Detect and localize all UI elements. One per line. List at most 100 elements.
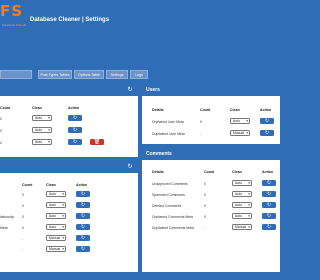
clean-select[interactable]: Manual ▾ <box>46 235 66 241</box>
col-count: Count <box>22 183 33 187</box>
row-details: Meta <box>0 226 8 230</box>
clean-value: Manual <box>233 131 245 135</box>
clean-select[interactable]: Manual ▾ <box>46 246 66 252</box>
refresh-button[interactable]: ↻ <box>260 130 274 136</box>
row-details: Duplicated Comments Meta <box>152 226 194 230</box>
col-clean: Clean <box>232 170 242 174</box>
clean-value: Auto <box>235 214 242 218</box>
row-count: - <box>200 132 202 136</box>
col-details: Details <box>152 108 164 112</box>
row-details: Deleted Comments <box>152 204 182 208</box>
col-details: Details <box>152 170 164 174</box>
refresh-button[interactable]: ↻ <box>262 191 276 197</box>
clean-select[interactable]: Auto ▾ <box>46 191 66 197</box>
tab-options-table[interactable]: Options Table <box>74 70 104 79</box>
clean-value: Auto <box>35 128 42 132</box>
col-count: Count <box>204 170 215 174</box>
row-count: 0 <box>0 129 2 133</box>
caret-down-icon: ▾ <box>248 181 250 185</box>
logo-text: FS <box>0 2 24 20</box>
clean-select[interactable]: Auto ▾ <box>46 224 66 230</box>
col-action: Action <box>260 108 272 112</box>
refresh-button[interactable]: ↻ <box>76 213 90 219</box>
caret-down-icon: ▾ <box>62 225 64 229</box>
caret-down-icon: ▾ <box>248 225 250 229</box>
panel-header: ↻ <box>0 85 138 96</box>
caret-down-icon: ▾ <box>48 116 50 120</box>
clean-select[interactable]: Auto ▾ <box>232 180 252 186</box>
col-action: Action <box>262 170 274 174</box>
row-count: - <box>22 248 24 252</box>
panel-header: ↻ <box>0 162 138 173</box>
clean-value: Auto <box>35 116 42 120</box>
row-count: 0 <box>200 120 202 124</box>
tab-first[interactable] <box>0 70 32 79</box>
refresh-button[interactable]: ↻ <box>260 118 274 124</box>
caret-down-icon: ▾ <box>248 214 250 218</box>
row-count: 2 <box>0 141 2 145</box>
tab-post-types-tables[interactable]: Post Types Tables <box>38 70 72 79</box>
refresh-button[interactable]: ↻ <box>76 224 90 230</box>
clean-value: Auto <box>49 203 56 207</box>
refresh-icon[interactable]: ↻ <box>127 87 133 93</box>
clean-select[interactable]: Auto ▾ <box>32 139 52 145</box>
row-count: 0 <box>22 204 24 208</box>
clean-select[interactable]: Auto ▾ <box>232 191 252 197</box>
caret-down-icon: ▾ <box>62 214 64 218</box>
refresh-button[interactable]: ↻ <box>262 224 276 230</box>
clean-select[interactable]: Auto ▾ <box>46 202 66 208</box>
row-count: 0 <box>204 204 206 208</box>
clean-select[interactable]: Auto ▾ <box>230 118 250 124</box>
col-count: Count <box>200 108 211 112</box>
clean-select[interactable]: Auto ▾ <box>232 213 252 219</box>
row-details: Unapproved Comments <box>152 182 188 186</box>
caret-down-icon: ▾ <box>62 236 64 240</box>
clean-select[interactable]: Auto ▾ <box>32 115 52 121</box>
refresh-button[interactable]: ↻ <box>262 213 276 219</box>
refresh-button[interactable]: ↻ <box>76 202 90 208</box>
clean-value: Auto <box>35 140 42 144</box>
clean-select[interactable]: Auto ▾ <box>32 127 52 133</box>
refresh-button[interactable]: ↻ <box>68 115 82 121</box>
col-clean: Clean <box>230 108 240 112</box>
left-top-panel: ↻ Count Clean Action 0 Auto ▾ ↻ 0 Auto ▾ ↻… <box>0 85 138 157</box>
clean-value: Auto <box>233 119 240 123</box>
caret-down-icon: ▾ <box>48 140 50 144</box>
clean-value: Manual <box>49 247 61 251</box>
row-count: 0 <box>204 193 206 197</box>
col-action: Action <box>76 183 88 187</box>
left-bottom-panel: ↻ Count Clean Action 0 Auto ▾ ↻ 0 Auto ▾ ↻… <box>0 162 138 272</box>
clean-select[interactable]: Manual ▾ <box>230 130 250 136</box>
refresh-button[interactable]: ↻ <box>262 202 276 208</box>
refresh-button[interactable]: ↻ <box>262 180 276 186</box>
clean-value: Auto <box>235 192 242 196</box>
refresh-icon[interactable]: ↻ <box>127 164 133 170</box>
refresh-button[interactable]: ↻ <box>68 139 82 145</box>
comments-panel: Comments Details Count Clean Action Unap… <box>142 149 280 272</box>
refresh-button[interactable]: ↻ <box>76 191 90 197</box>
trash-icon: 🗑 <box>93 139 101 145</box>
logo-subtext: Facebook Friends <box>2 23 27 27</box>
caret-down-icon: ▾ <box>246 119 248 123</box>
refresh-button[interactable]: ↻ <box>76 235 90 241</box>
refresh-button[interactable]: ↻ <box>76 246 90 252</box>
clean-value: Auto <box>235 181 242 185</box>
caret-down-icon: ▾ <box>62 192 64 196</box>
users-panel: Users Details Count Clean Action Orphane… <box>142 85 280 144</box>
row-count: 0 <box>22 226 24 230</box>
caret-down-icon: ▾ <box>48 128 50 132</box>
tab-logs[interactable]: Logs <box>130 70 148 79</box>
col-clean: Clean <box>46 183 56 187</box>
tab-settings[interactable]: Settings <box>106 70 128 79</box>
row-count: 0 <box>22 193 24 197</box>
caret-down-icon: ▾ <box>248 192 250 196</box>
clean-select[interactable]: Auto ▾ <box>46 213 66 219</box>
row-details: Spammed Comments <box>152 193 185 197</box>
trash-button[interactable]: 🗑 <box>90 139 104 145</box>
row-count: - <box>204 226 206 230</box>
clean-select[interactable]: Auto ▾ <box>232 202 252 208</box>
clean-select[interactable]: Manual ▾ <box>232 224 252 230</box>
refresh-button[interactable]: ↻ <box>68 127 82 133</box>
row-details: lationship <box>0 215 15 219</box>
clean-value: Manual <box>235 225 247 229</box>
